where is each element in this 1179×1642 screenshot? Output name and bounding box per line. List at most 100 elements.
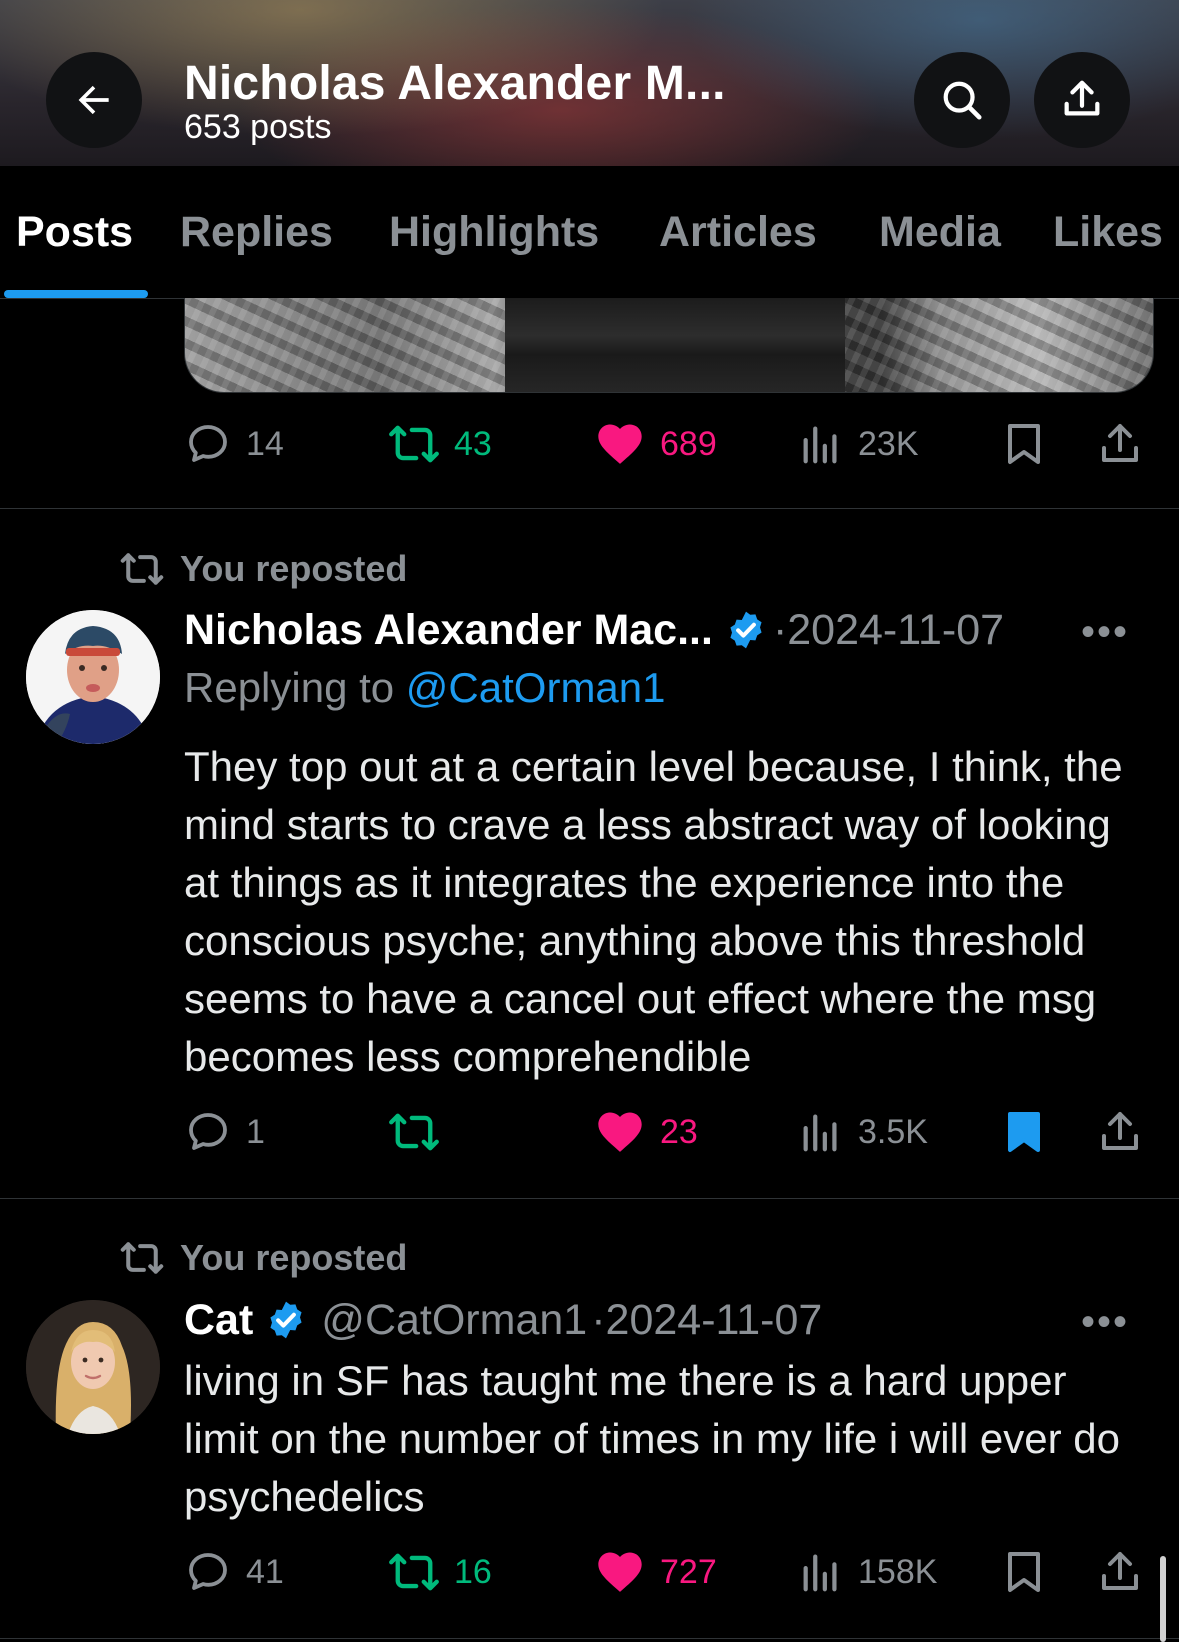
replying-to-link[interactable]: @CatOrman1 bbox=[406, 664, 666, 711]
reply-count: 14 bbox=[246, 424, 284, 463]
post-divider bbox=[0, 508, 1179, 509]
reply-count: 1 bbox=[246, 1112, 265, 1151]
views-count: 158K bbox=[858, 1552, 938, 1591]
avatar-image bbox=[26, 1300, 160, 1434]
like-count: 689 bbox=[660, 424, 717, 463]
repost-button[interactable]: 16 bbox=[388, 1542, 492, 1602]
repost-icon bbox=[389, 1113, 439, 1151]
post-actions: 41 16 727 158K bbox=[184, 1542, 1144, 1602]
tab-media[interactable]: Media bbox=[879, 208, 1001, 257]
like-count: 23 bbox=[660, 1112, 698, 1151]
reply-button[interactable]: 14 bbox=[184, 414, 284, 474]
replying-to: Replying to @CatOrman1 bbox=[184, 664, 666, 712]
heart-filled-icon bbox=[598, 1552, 642, 1592]
profile-header: Nicholas Alexander M... 653 posts bbox=[0, 0, 1179, 166]
reply-icon bbox=[189, 425, 227, 462]
post-media-image[interactable] bbox=[184, 298, 1154, 393]
tab-likes[interactable]: Likes bbox=[1053, 208, 1163, 257]
active-tab-indicator bbox=[4, 290, 148, 298]
views-icon bbox=[803, 1554, 837, 1592]
more-options-button[interactable]: ••• bbox=[1081, 610, 1129, 655]
views-count: 23K bbox=[858, 424, 919, 463]
repost-context: You reposted bbox=[120, 547, 407, 591]
post-text: living in SF has taught me there is a ha… bbox=[184, 1357, 1120, 1520]
repost-button[interactable] bbox=[388, 1102, 454, 1162]
views-icon bbox=[803, 1114, 837, 1152]
post-author-row: Nicholas Alexander Mac... · 2024-11-07 bbox=[184, 602, 1004, 658]
post-author-row: Cat @CatOrman1 · 2024-11-07 bbox=[184, 1292, 822, 1348]
share-icon bbox=[1102, 1552, 1138, 1590]
search-button[interactable] bbox=[914, 52, 1010, 148]
tab-articles[interactable]: Articles bbox=[659, 208, 817, 257]
share-icon bbox=[1102, 424, 1138, 462]
views-button[interactable]: 3.5K bbox=[798, 1102, 928, 1162]
share-post-button[interactable] bbox=[1096, 1102, 1144, 1162]
back-button[interactable] bbox=[46, 52, 142, 148]
reply-icon bbox=[189, 1113, 227, 1150]
bookmark-icon bbox=[1008, 1552, 1040, 1592]
post-actions: 1 23 3.5K bbox=[184, 1102, 1144, 1162]
views-button[interactable]: 23K bbox=[798, 414, 919, 474]
repost-count: 16 bbox=[454, 1552, 492, 1591]
avatar[interactable] bbox=[26, 1300, 160, 1434]
author-name[interactable]: Nicholas Alexander Mac... bbox=[184, 606, 713, 655]
post-date[interactable]: 2024-11-07 bbox=[787, 606, 1004, 655]
search-icon bbox=[943, 81, 982, 120]
post-text: They top out at a certain level because,… bbox=[184, 743, 1123, 1080]
repost-icon bbox=[120, 1242, 164, 1274]
author-name[interactable]: Cat bbox=[184, 1296, 253, 1345]
heart-filled-icon bbox=[598, 1112, 642, 1152]
avatar-image bbox=[26, 610, 160, 744]
tab-replies[interactable]: Replies bbox=[180, 208, 333, 257]
more-options-button[interactable]: ••• bbox=[1081, 1300, 1129, 1345]
repost-icon bbox=[389, 425, 439, 463]
verified-badge-icon bbox=[730, 611, 762, 649]
like-button[interactable]: 689 bbox=[594, 414, 717, 474]
post-actions: 14 43 689 23K bbox=[184, 414, 1144, 474]
views-icon bbox=[803, 426, 837, 464]
repost-label: You reposted bbox=[180, 1237, 408, 1278]
reply-count: 41 bbox=[246, 1552, 284, 1591]
views-count: 3.5K bbox=[858, 1112, 928, 1151]
tab-highlights[interactable]: Highlights bbox=[389, 208, 599, 257]
separator-dot: · bbox=[772, 605, 788, 654]
profile-name: Nicholas Alexander M... bbox=[184, 57, 726, 110]
verified-badge-icon bbox=[270, 1301, 302, 1339]
repost-context: You reposted bbox=[120, 1236, 407, 1280]
bookmark-button[interactable] bbox=[1000, 1542, 1048, 1602]
reply-button[interactable]: 1 bbox=[184, 1102, 265, 1162]
share-icon bbox=[1064, 80, 1100, 116]
post-divider bbox=[0, 1638, 1179, 1639]
views-button[interactable]: 158K bbox=[798, 1542, 937, 1602]
replying-prefix: Replying to bbox=[184, 664, 406, 711]
reply-button[interactable]: 41 bbox=[184, 1542, 284, 1602]
bookmark-button[interactable] bbox=[1000, 414, 1048, 474]
repost-count: 43 bbox=[454, 424, 492, 463]
repost-button[interactable]: 43 bbox=[388, 414, 492, 474]
bookmark-button[interactable] bbox=[1000, 1102, 1048, 1162]
posts-count: 653 posts bbox=[184, 108, 332, 146]
share-profile-button[interactable] bbox=[1034, 52, 1130, 148]
arrow-left-icon bbox=[78, 85, 109, 115]
reply-icon bbox=[189, 1553, 227, 1590]
repost-icon bbox=[120, 553, 164, 585]
author-handle[interactable]: @CatOrman1 bbox=[321, 1296, 587, 1345]
heart-filled-icon bbox=[598, 424, 642, 464]
like-count: 727 bbox=[660, 1552, 717, 1591]
bookmark-filled-icon bbox=[1008, 1112, 1040, 1152]
like-button[interactable]: 727 bbox=[594, 1542, 717, 1602]
scrollbar[interactable] bbox=[1160, 1556, 1166, 1642]
repost-label: You reposted bbox=[180, 548, 408, 589]
profile-tabs: Posts Replies Highlights Articles Media … bbox=[0, 166, 1179, 299]
avatar[interactable] bbox=[26, 610, 160, 744]
post-divider bbox=[0, 1198, 1179, 1199]
post-date[interactable]: 2024-11-07 bbox=[606, 1296, 823, 1345]
share-post-button[interactable] bbox=[1096, 414, 1144, 474]
share-icon bbox=[1102, 1112, 1138, 1150]
share-post-button[interactable] bbox=[1096, 1542, 1144, 1602]
like-button[interactable]: 23 bbox=[594, 1102, 698, 1162]
bookmark-icon bbox=[1008, 424, 1040, 464]
tab-posts[interactable]: Posts bbox=[16, 208, 133, 257]
separator-dot: · bbox=[591, 1295, 606, 1344]
repost-icon bbox=[389, 1553, 439, 1591]
